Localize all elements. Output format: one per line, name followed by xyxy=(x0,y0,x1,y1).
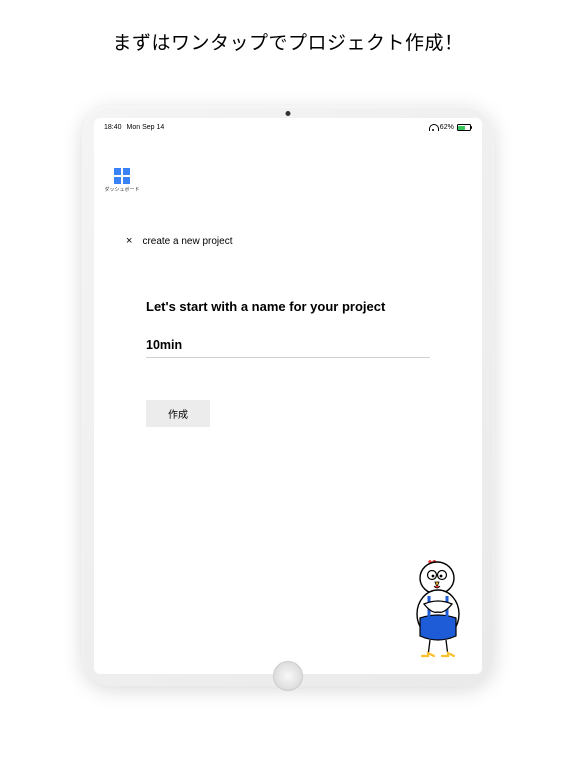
close-icon[interactable]: × xyxy=(126,236,132,247)
battery-percent: 62% xyxy=(440,124,454,131)
status-right: 62% xyxy=(429,124,472,131)
dashboard-grid-icon xyxy=(114,168,130,184)
home-button[interactable] xyxy=(273,661,303,691)
modal-header: × create a new project xyxy=(126,236,233,247)
status-left: 18:40 Mon Sep 14 xyxy=(104,124,164,131)
status-time: 18:40 xyxy=(104,124,122,131)
device-screen: 18:40 Mon Sep 14 62% ダッシュボード × create a … xyxy=(94,118,482,674)
modal-heading: Let's start with a name for your project xyxy=(146,294,430,320)
create-button[interactable]: 作成 xyxy=(146,400,210,427)
device-frame: 18:40 Mon Sep 14 62% ダッシュボード × create a … xyxy=(82,106,494,686)
sidebar-item-dashboard[interactable]: ダッシュボード xyxy=(104,168,140,193)
sidebar-item-label: ダッシュボード xyxy=(104,186,140,193)
wifi-icon xyxy=(429,125,437,131)
promo-headline: まずはワンタップでプロジェクト作成！ xyxy=(0,0,576,55)
modal-content: Let's start with a name for your project… xyxy=(146,294,430,427)
status-date: Mon Sep 14 xyxy=(127,124,165,131)
battery-icon xyxy=(457,124,472,131)
project-name-input[interactable]: 10min xyxy=(146,338,430,358)
camera-dot xyxy=(286,111,291,116)
modal-title: create a new project xyxy=(142,236,232,247)
status-bar: 18:40 Mon Sep 14 62% xyxy=(94,118,482,133)
chicken-mascot-icon xyxy=(402,556,476,666)
